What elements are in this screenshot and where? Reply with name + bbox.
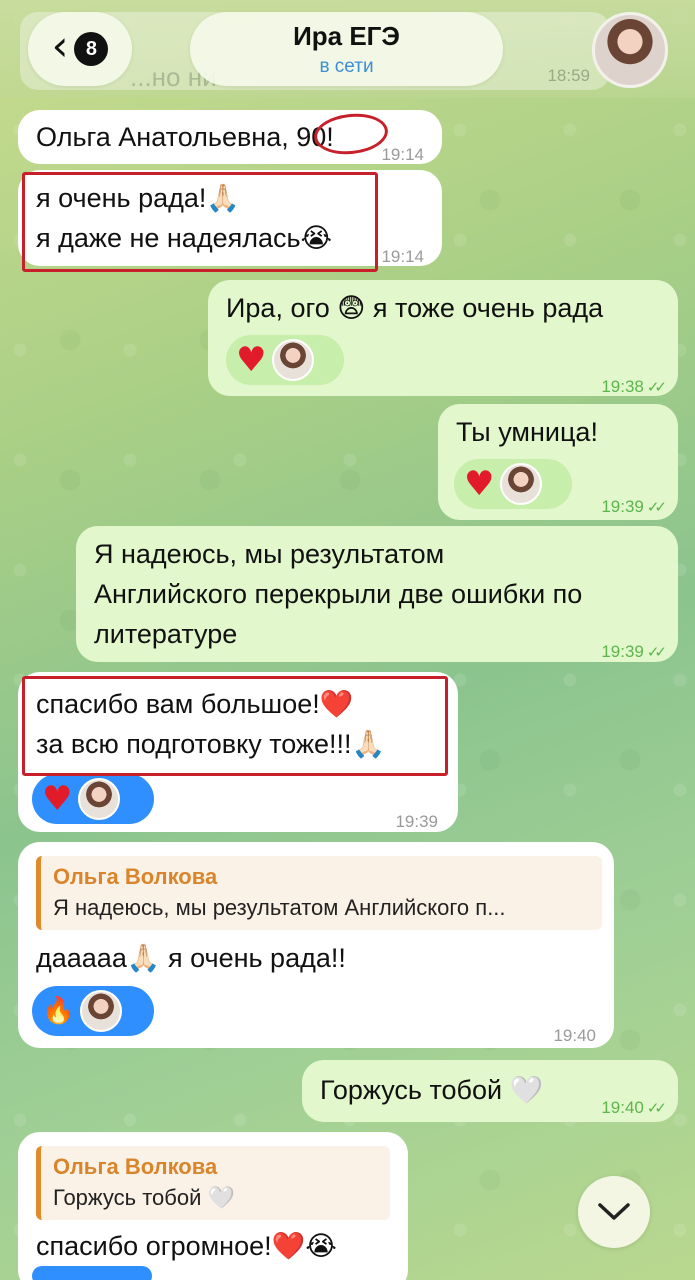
chat-title[interactable]: Ира ЕГЭ в сети xyxy=(190,12,503,86)
double-check-icon: ✓✓ xyxy=(646,499,667,516)
chevron-left-icon: ‹ xyxy=(51,21,69,70)
reply-quote[interactable]: Ольга Волкова Я надеюсь, мы результатом … xyxy=(36,856,602,930)
heart-icon: ♥ xyxy=(464,464,495,504)
reply-author: Ольга Волкова xyxy=(53,864,218,889)
message-time: 19:39 xyxy=(395,812,438,831)
message-text: литературе xyxy=(94,619,238,649)
reply-text: Горжусь тобой 🤍 xyxy=(53,1185,235,1210)
message-text: я даже не надеялась😭 xyxy=(36,223,333,253)
message-text: Ира, ого 😨 я тоже очень рада xyxy=(226,293,604,323)
reply-quote[interactable]: Ольга Волкова Горжусь тобой 🤍 xyxy=(36,1146,390,1220)
message-text: за всю подготовку тоже!!!🙏🏻 xyxy=(36,729,386,759)
message-time: 19:14 xyxy=(381,145,424,164)
reaction-avatar xyxy=(500,463,543,505)
double-check-icon: ✓✓ xyxy=(646,1100,667,1117)
message-time: 19:38 ✓✓ xyxy=(601,377,667,396)
reply-author: Ольга Волкова xyxy=(53,1154,218,1179)
ghost-message-time: 18:59 xyxy=(547,66,590,85)
reply-text: Я надеюсь, мы результатом Английского п.… xyxy=(53,895,506,920)
message-outgoing[interactable]: Я надеюсь, мы результатом Английского пе… xyxy=(76,526,678,662)
reaction-pill[interactable]: ♥ xyxy=(454,459,572,509)
message-incoming[interactable]: Ольга Анатольевна, 90! 19:14 xyxy=(18,110,442,164)
message-text: Ты умница! xyxy=(456,417,598,447)
back-button[interactable]: ‹ 8 xyxy=(28,12,132,86)
reaction-pill[interactable]: ♥ xyxy=(226,335,344,385)
message-incoming[interactable]: спасибо вам большое!❤️ за всю подготовку… xyxy=(18,672,458,832)
message-text: спасибо вам большое!❤️ xyxy=(36,689,354,719)
reaction-avatar xyxy=(272,339,315,381)
fire-icon: 🔥 xyxy=(42,996,75,1026)
message-text: Горжусь тобой 🤍 xyxy=(320,1075,544,1105)
heart-icon: ♥ xyxy=(236,340,267,380)
message-outgoing[interactable]: Горжусь тобой 🤍 19:40 ✓✓ xyxy=(302,1060,678,1122)
contact-status: в сети xyxy=(319,55,374,77)
message-incoming[interactable]: Ольга Волкова Я надеюсь, мы результатом … xyxy=(18,842,614,1048)
message-text: Я надеюсь, мы результатом xyxy=(94,539,445,569)
message-text: Ольга Анатольевна, 90! xyxy=(36,122,334,152)
chat-header: ...но ни 18:59 ‹ 8 Ира ЕГЭ в сети xyxy=(0,0,695,98)
heart-icon: ♥ xyxy=(42,779,73,819)
message-incoming[interactable]: Ольга Волкова Горжусь тобой 🤍 спасибо ог… xyxy=(18,1132,408,1280)
message-time: 19:14 xyxy=(381,247,424,266)
message-time: 19:40 ✓✓ xyxy=(601,1098,667,1117)
message-time: 19:39 ✓✓ xyxy=(601,642,667,661)
contact-avatar[interactable] xyxy=(592,12,668,88)
message-time: 19:39 ✓✓ xyxy=(601,497,667,516)
message-outgoing[interactable]: Ты умница! ♥ 19:39 ✓✓ xyxy=(438,404,678,520)
reaction-pill[interactable] xyxy=(32,1266,152,1280)
unread-count-badge: 8 xyxy=(74,32,109,66)
chevron-down-icon xyxy=(598,1203,630,1220)
message-time: 19:40 xyxy=(553,1026,596,1045)
message-text: я очень рада!🙏🏻 xyxy=(36,183,241,213)
double-check-icon: ✓✓ xyxy=(646,379,667,396)
message-outgoing[interactable]: Ира, ого 😨 я тоже очень рада ♥ 19:38 ✓✓ xyxy=(208,280,678,396)
message-text: дааааа🙏🏻 я очень рада!! xyxy=(36,943,346,973)
scroll-to-bottom-button[interactable] xyxy=(578,1176,650,1248)
contact-name: Ира ЕГЭ xyxy=(293,20,400,51)
reaction-pill[interactable]: ♥ xyxy=(32,774,154,824)
message-incoming[interactable]: я очень рада!🙏🏻 я даже не надеялась😭 19:… xyxy=(18,170,442,266)
reaction-pill[interactable]: 🔥 xyxy=(32,986,154,1036)
message-text: спасибо огромное!❤️😭 xyxy=(36,1231,337,1261)
reaction-avatar xyxy=(80,990,123,1032)
message-text: Английского перекрыли две ошибки по xyxy=(94,579,583,609)
double-check-icon: ✓✓ xyxy=(646,644,667,661)
reaction-avatar xyxy=(78,778,121,820)
